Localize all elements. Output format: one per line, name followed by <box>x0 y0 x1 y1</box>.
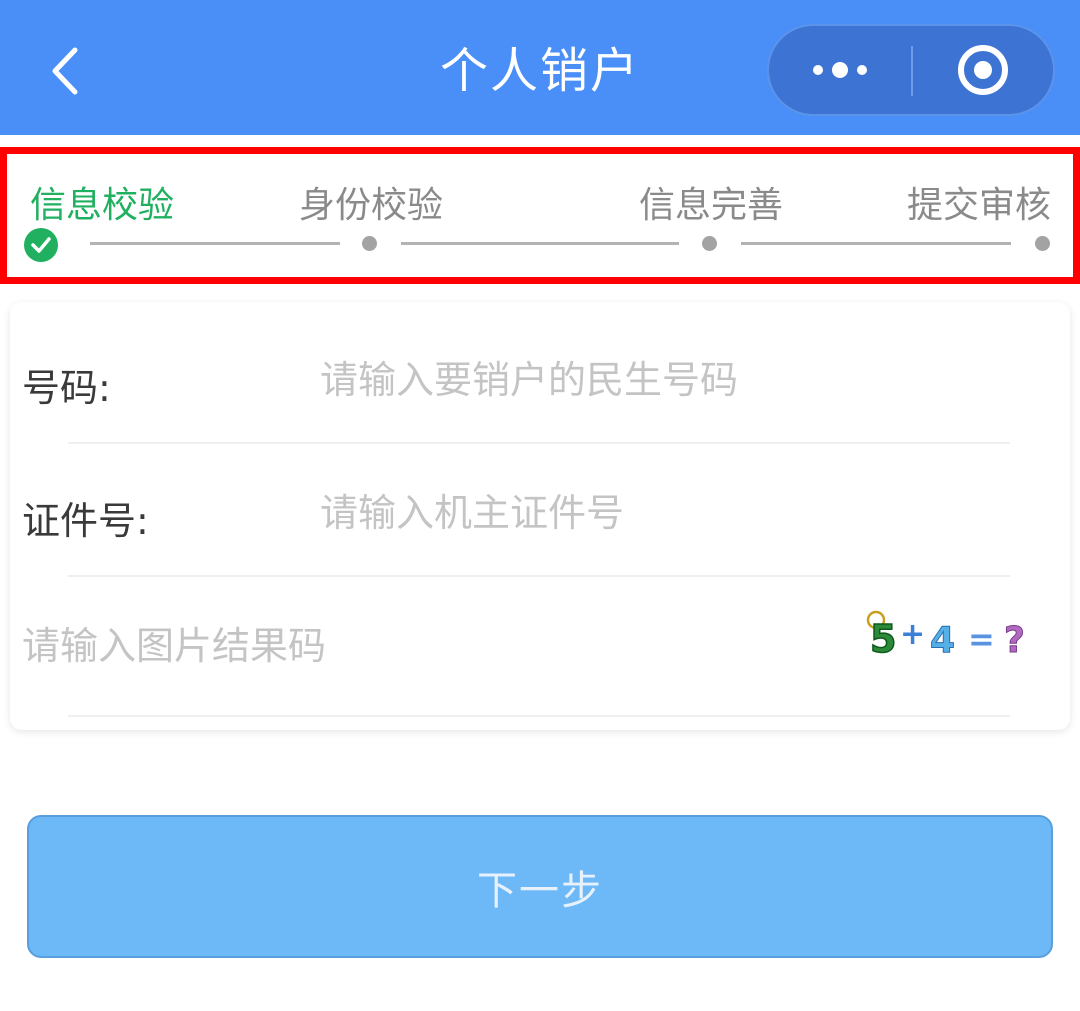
target-close-icon <box>958 45 1008 95</box>
more-button[interactable] <box>769 26 911 114</box>
captcha-input[interactable] <box>12 616 812 676</box>
row-divider <box>68 442 1010 444</box>
phone-label: 号码: <box>22 366 111 410</box>
cancellation-form: 号码: 证件号: 5 + 4 = ? <box>10 302 1070 730</box>
svg-text:5: 5 <box>870 617 896 661</box>
step-connector <box>401 242 679 245</box>
step-label-4: 提交审核 <box>907 185 1052 226</box>
captcha-image[interactable]: 5 + 4 = ? <box>860 608 1050 664</box>
more-dots-icon <box>813 62 867 78</box>
step-1-checkmark <box>24 228 58 262</box>
step-label-2: 身份校验 <box>299 185 444 226</box>
phone-number-input[interactable] <box>310 350 1010 410</box>
id-number-label: 证件号: <box>22 499 149 543</box>
svg-text:?: ? <box>1004 620 1025 661</box>
step-2-dot <box>362 236 377 251</box>
row-divider <box>68 715 1010 717</box>
row-divider <box>68 575 1010 577</box>
id-number-input[interactable] <box>310 483 1010 543</box>
close-mini-program-button[interactable] <box>913 26 1053 114</box>
mini-program-capsule <box>767 24 1055 116</box>
next-step-button[interactable]: 下一步 <box>27 815 1053 958</box>
step-label-1: 信息校验 <box>30 185 175 226</box>
svg-text:+: + <box>900 617 925 652</box>
step-4-dot <box>1035 236 1050 251</box>
step-connector <box>90 242 340 245</box>
svg-text:4: 4 <box>930 620 955 661</box>
check-icon <box>31 237 51 253</box>
step-label-3: 信息完善 <box>639 185 784 226</box>
chevron-left-icon <box>52 47 78 95</box>
step-3-dot <box>702 236 717 251</box>
progress-steps: 信息校验 身份校验 信息完善 提交审核 <box>0 147 1080 284</box>
step-connector <box>741 242 1011 245</box>
back-button[interactable] <box>30 36 100 106</box>
top-nav-bar: 个人销户 <box>0 0 1080 135</box>
svg-text:=: = <box>968 620 995 658</box>
